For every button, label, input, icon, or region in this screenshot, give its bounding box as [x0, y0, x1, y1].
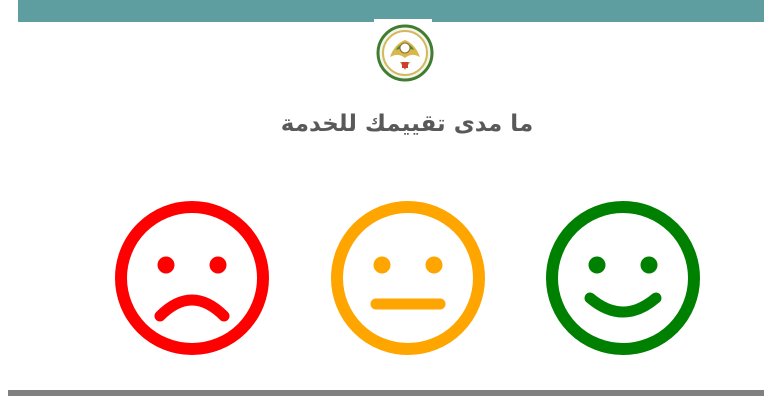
page-title: ما مدى تقييمك للخدمة: [280, 111, 534, 137]
rating-option-sad[interactable]: [114, 200, 270, 356]
banner-notch: [374, 19, 432, 22]
rating-page: ما مدى تقييمك للخدمة: [0, 0, 764, 396]
bottom-divider: [8, 390, 764, 396]
uae-ministry-emblem-icon: [376, 24, 434, 82]
rating-option-happy[interactable]: [545, 200, 701, 356]
rating-option-neutral[interactable]: [330, 200, 486, 356]
happy-face-icon: [546, 201, 700, 355]
sad-face-icon: [115, 201, 269, 355]
neutral-face-icon: [331, 201, 485, 355]
